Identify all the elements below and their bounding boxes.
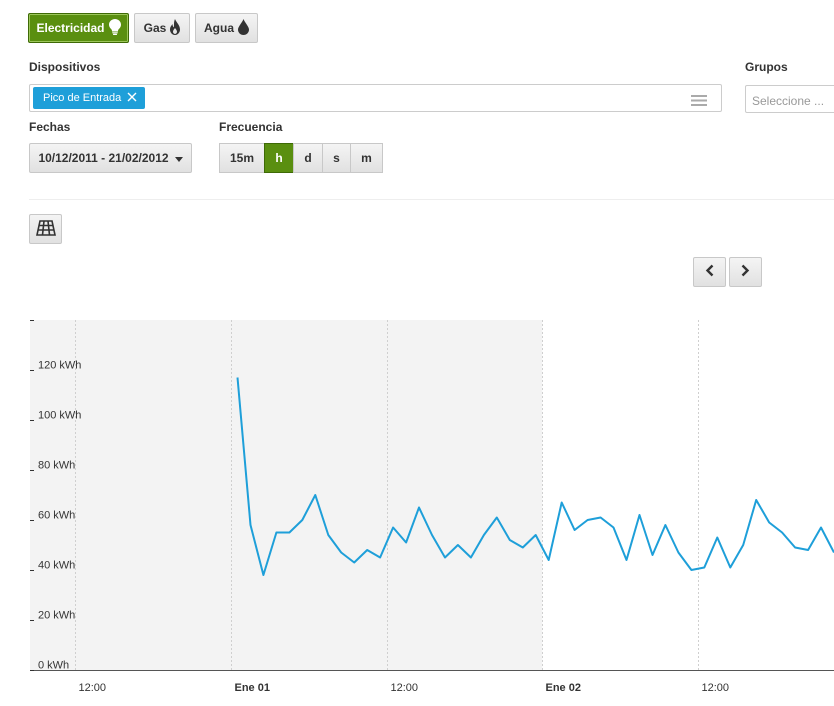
- caret-down-icon: [174, 151, 183, 165]
- date-range-value: 10/12/2011 - 21/02/2012: [38, 151, 169, 165]
- device-chip: Pico de Entrada: [33, 87, 146, 109]
- section-divider: [29, 199, 834, 200]
- lightbulb-icon: [108, 18, 121, 38]
- y-tick-label: 80 kWh: [38, 460, 75, 472]
- y-tick-label: 40 kWh: [38, 560, 75, 572]
- table-view-button[interactable]: [29, 214, 62, 244]
- shaded-region: [30, 320, 543, 670]
- freq-h[interactable]: h: [264, 143, 294, 173]
- freq-s[interactable]: s: [322, 143, 351, 173]
- devices-select[interactable]: Pico de Entrada: [29, 84, 722, 112]
- tab-agua-label: Agua: [204, 21, 234, 35]
- x-tick-label: 12:00: [702, 682, 730, 694]
- tab-gas-label: Gas: [143, 21, 167, 35]
- groups-select[interactable]: Seleccione ...: [745, 85, 834, 113]
- flame-icon: [170, 18, 181, 38]
- date-range-button[interactable]: 10/12/2011 - 21/02/2012: [29, 143, 192, 173]
- groups-placeholder: Seleccione ...: [752, 94, 825, 108]
- grid-table-icon: [35, 219, 56, 239]
- tab-electricidad-label: Electricidad: [36, 21, 105, 35]
- next-button[interactable]: [729, 257, 762, 287]
- y-tick-label: 120 kWh: [38, 360, 81, 372]
- chevron-right-icon: [741, 264, 750, 280]
- dates-label: Fechas: [29, 120, 71, 134]
- frequency-selector: 15m h d s m: [219, 143, 383, 173]
- list-icon[interactable]: [691, 93, 707, 111]
- chevron-left-icon: [705, 264, 714, 280]
- freq-m[interactable]: m: [350, 143, 383, 173]
- x-tick-label: 12:00: [79, 682, 107, 694]
- tab-electricidad[interactable]: Electricidad: [28, 13, 129, 43]
- device-chip-label: Pico de Entrada: [43, 92, 122, 104]
- y-tick-label: 100 kWh: [38, 410, 81, 422]
- prev-button[interactable]: [693, 257, 726, 287]
- x-tick-label: 12:00: [391, 682, 419, 694]
- tab-gas[interactable]: Gas: [134, 13, 190, 43]
- x-tick-label: Ene 01: [235, 682, 270, 694]
- y-tick-label: 0 kWh: [38, 660, 69, 672]
- frequency-label: Frecuencia: [219, 120, 283, 134]
- devices-label: Dispositivos: [29, 60, 101, 74]
- water-drop-icon: [238, 18, 249, 38]
- close-icon[interactable]: [127, 92, 137, 105]
- groups-label: Grupos: [745, 60, 788, 74]
- series-line: [236, 377, 834, 576]
- tab-agua[interactable]: Agua: [195, 13, 258, 43]
- freq-d[interactable]: d: [293, 143, 323, 173]
- freq-15m[interactable]: 15m: [219, 143, 265, 173]
- y-tick-label: 60 kWh: [38, 510, 75, 522]
- y-tick-label: 20 kWh: [38, 610, 75, 622]
- x-tick-label: Ene 02: [546, 682, 581, 694]
